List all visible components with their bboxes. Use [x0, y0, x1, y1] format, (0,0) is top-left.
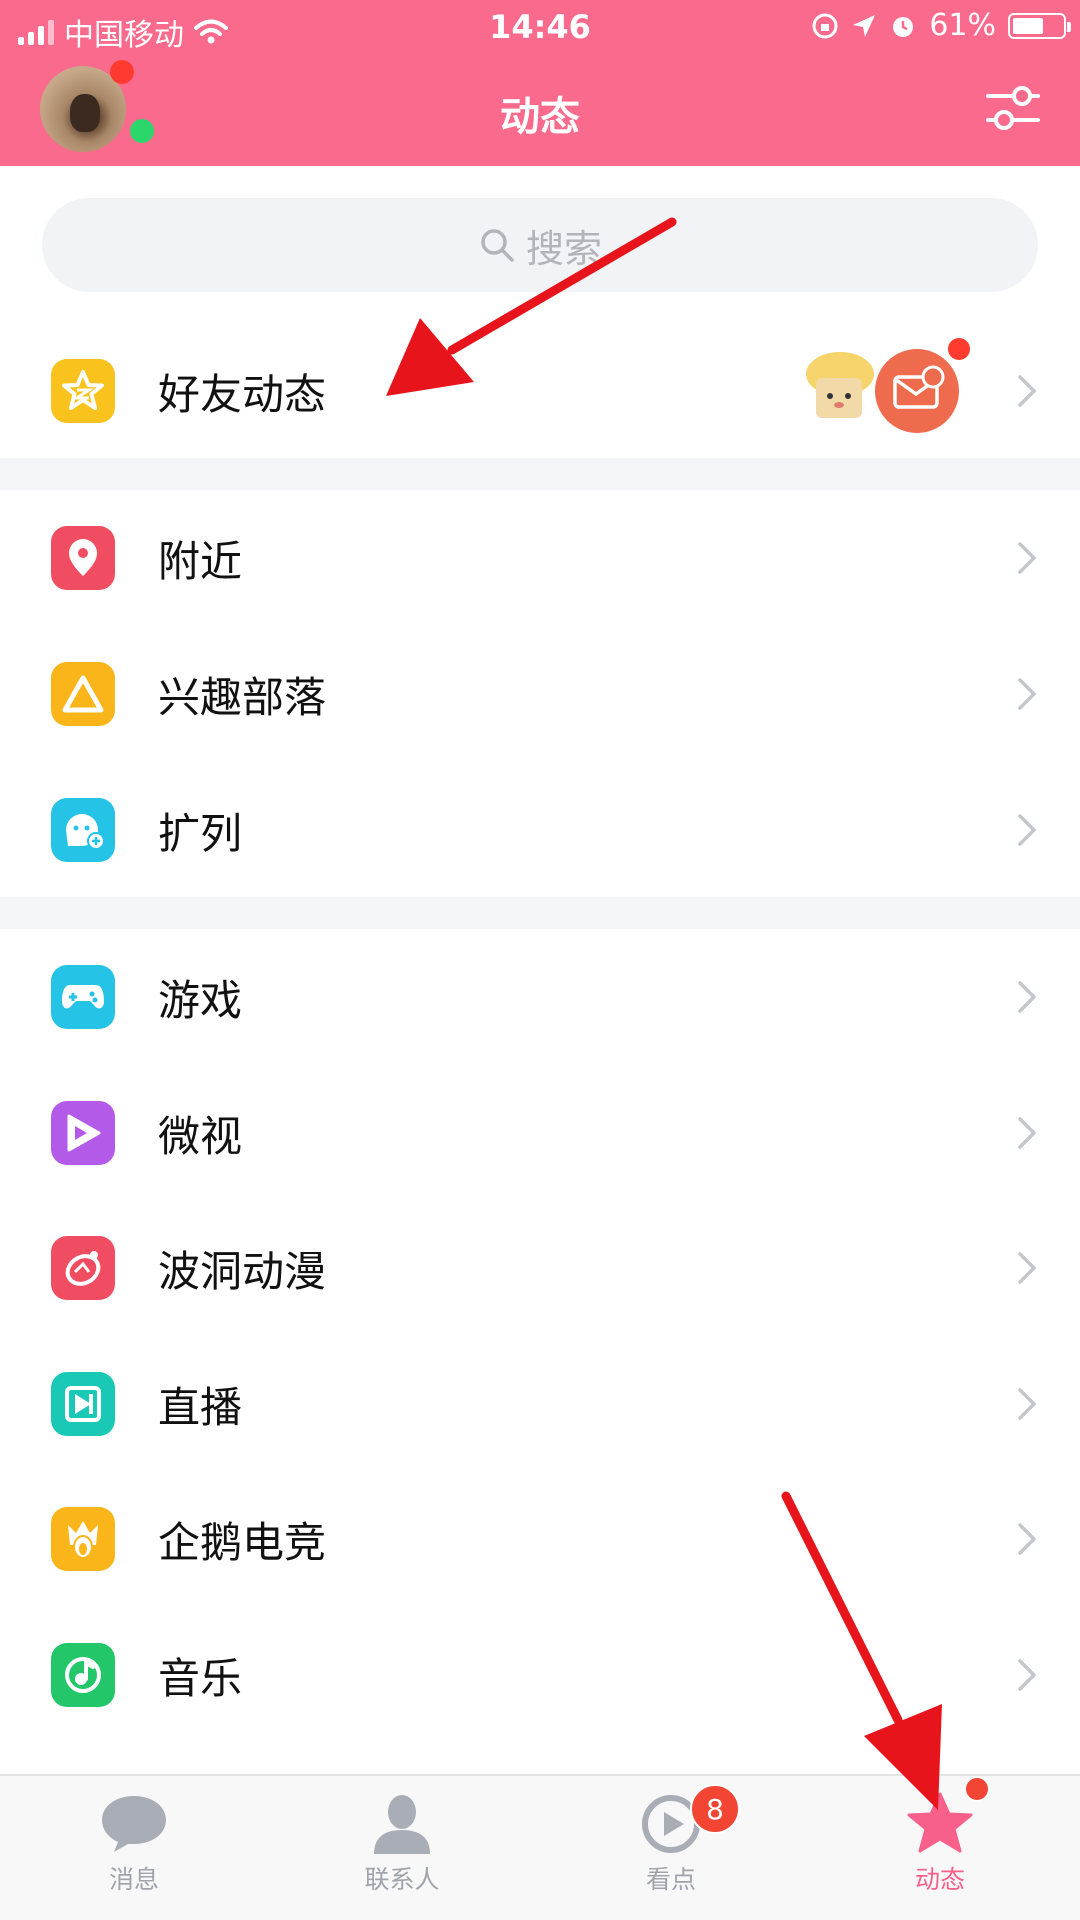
tab-feed[interactable]: 动态	[840, 1776, 1040, 1920]
search-icon	[481, 229, 514, 262]
chevron-right-icon	[1018, 1117, 1037, 1149]
status-bar: 中国移动 14:46 61%	[0, 0, 1080, 54]
notification-dot	[110, 60, 134, 84]
sliders-icon[interactable]	[986, 84, 1040, 132]
gamepad-icon	[51, 965, 115, 1029]
chevron-right-icon	[1018, 1659, 1037, 1691]
menu-item-label: 好友动态	[158, 369, 327, 419]
chevron-right-icon	[1018, 814, 1037, 846]
menu-item-games[interactable]: 游戏	[0, 930, 1080, 1064]
chevron-right-icon	[1018, 981, 1037, 1013]
menu-item-penguin-esports[interactable]: 企鹅电竞	[0, 1472, 1080, 1606]
menu-item-label: 游戏	[158, 975, 243, 1025]
menu-item-nearby[interactable]: 附近	[0, 491, 1080, 625]
live-icon	[51, 1372, 115, 1436]
menu-item-label: 直播	[158, 1382, 243, 1432]
play-icon	[51, 1101, 115, 1165]
tab-kandian[interactable]: 看点	[571, 1776, 771, 1920]
chevron-right-icon	[1018, 1523, 1037, 1555]
chat-bubble-icon	[102, 1796, 166, 1852]
location-arrow-icon	[853, 14, 876, 37]
menu-item-weishi[interactable]: 微视	[0, 1066, 1080, 1200]
star-icon	[51, 359, 115, 423]
notification-dot	[964, 1776, 990, 1802]
menu-item-music[interactable]: 音乐	[0, 1608, 1080, 1742]
chevron-right-icon	[1018, 542, 1037, 574]
section-divider	[0, 897, 1080, 929]
friend-feed-thumbnail	[800, 342, 878, 428]
chevron-right-icon	[1018, 1388, 1037, 1420]
search-input[interactable]: 搜索	[42, 198, 1038, 292]
alarm-icon	[893, 16, 914, 37]
section-divider	[0, 458, 1080, 490]
menu-item-label: 兴趣部落	[158, 672, 327, 722]
menu-item-label: 波洞动漫	[158, 1246, 327, 1296]
menu-item-label: 音乐	[158, 1653, 243, 1703]
battery-icon	[1008, 12, 1071, 39]
tent-icon	[51, 662, 115, 726]
unread-badge: 8	[690, 1784, 740, 1834]
comic-icon	[51, 1236, 115, 1300]
battery-percent: 61%	[929, 8, 996, 43]
tab-bar: 消息 联系人 看点 动态	[0, 1774, 1080, 1920]
notification-dot	[948, 338, 970, 360]
search-placeholder: 搜索	[525, 226, 602, 271]
menu-item-label: 企鹅电竞	[158, 1517, 327, 1567]
esports-icon	[51, 1507, 115, 1571]
menu-item-interest-tribe[interactable]: 兴趣部落	[0, 627, 1080, 761]
location-pin-icon	[51, 526, 115, 590]
star-icon	[907, 1792, 973, 1853]
menu-item-live[interactable]: 直播	[0, 1337, 1080, 1471]
menu-item-label: 附近	[158, 536, 243, 586]
menu-item-expand-friends[interactable]: 扩列	[0, 763, 1080, 897]
menu-item-label: 扩列	[158, 808, 243, 858]
menu-item-label: 微视	[158, 1111, 243, 1161]
mail-icon[interactable]	[872, 346, 962, 436]
chevron-right-icon	[1018, 678, 1037, 710]
person-icon	[374, 1795, 430, 1854]
chevron-right-icon	[1018, 375, 1037, 407]
menu-item-bodong-comics[interactable]: 波洞动漫	[0, 1201, 1080, 1335]
tab-contacts[interactable]: 联系人	[302, 1776, 502, 1920]
face-plus-icon	[51, 798, 115, 862]
chevron-right-icon	[1018, 1252, 1037, 1284]
tab-messages[interactable]: 消息	[34, 1776, 234, 1920]
rotation-lock-icon	[812, 13, 838, 38]
music-icon	[51, 1643, 115, 1707]
page-title: 动态	[500, 94, 580, 140]
